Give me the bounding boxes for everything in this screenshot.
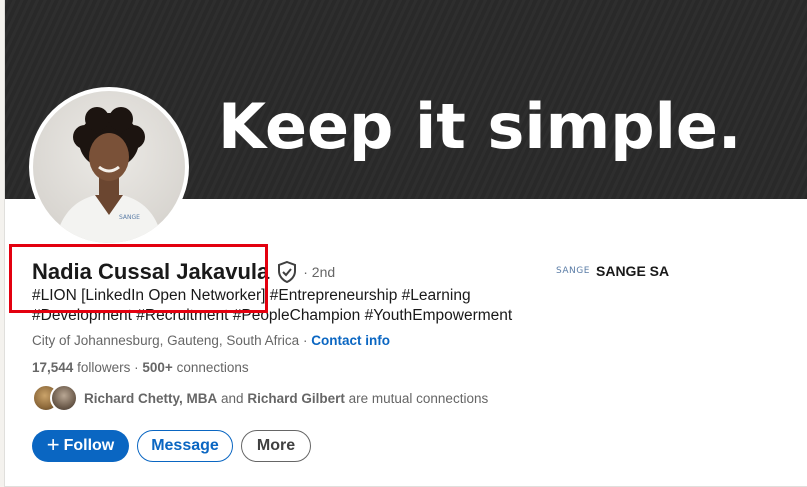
follow-label: Follow — [63, 437, 115, 454]
company-name: SANGE SA — [596, 263, 670, 279]
mutual-name: Richard Gilbert — [247, 390, 345, 406]
mutual-suffix: are mutual connections — [348, 390, 489, 406]
person-photo-icon: SANGE — [55, 107, 163, 243]
connections-count[interactable]: 500+ — [142, 360, 172, 375]
mutual-avatar — [50, 384, 78, 412]
profile-name[interactable]: Nadia Cussal Jakavula — [32, 259, 269, 285]
profile-headline: #LION [LinkedIn Open Networker] #Entrepr… — [32, 287, 513, 324]
followers-row: 17,544 followers · 500+ connections — [32, 360, 249, 375]
message-button[interactable]: Message — [137, 430, 233, 462]
plus-icon: + — [46, 432, 60, 457]
separator-dot: · — [134, 360, 139, 375]
profile-card: Keep it simple. SANGE Nadia Cussal Jakav… — [4, 0, 807, 487]
follow-button[interactable]: + Follow — [32, 430, 129, 462]
verified-shield-icon[interactable] — [277, 260, 297, 284]
connections-label[interactable]: connections — [177, 360, 249, 375]
followers-count: 17,544 — [32, 360, 74, 375]
mutual-connections-text: Richard Chetty, MBA and Richard Gilbert … — [84, 391, 488, 406]
separator-dot: · — [302, 333, 308, 348]
location-row: City of Johannesburg, Gauteng, South Afr… — [32, 333, 390, 348]
current-company[interactable]: SANGE SANGE SA — [556, 260, 669, 282]
banner-text: Keep it simple. — [218, 90, 742, 163]
mutual-name: Richard Chetty, MBA — [84, 390, 218, 406]
svg-text:SANGE: SANGE — [119, 214, 140, 221]
company-logo: SANGE — [556, 266, 590, 276]
contact-info-link[interactable]: Contact info — [311, 333, 390, 348]
mutual-avatars — [32, 384, 78, 412]
profile-avatar[interactable]: SANGE — [33, 91, 185, 243]
mutual-and: and — [221, 390, 244, 406]
location-text: City of Johannesburg, Gauteng, South Afr… — [32, 333, 300, 348]
mutual-connections[interactable]: Richard Chetty, MBA and Richard Gilbert … — [32, 383, 488, 413]
connection-degree: · 2nd — [303, 264, 336, 280]
followers-label: followers — [77, 360, 131, 375]
name-row: Nadia Cussal Jakavula · 2nd — [32, 258, 335, 286]
more-button[interactable]: More — [241, 430, 311, 462]
